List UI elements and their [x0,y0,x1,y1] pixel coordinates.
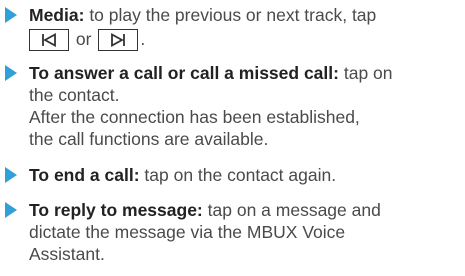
instruction-line: the call functions are available. [29,129,269,149]
skip-next-icon [98,29,139,52]
instruction-text: Media: to play the previous or next trac… [29,4,461,52]
play-arrow-icon [5,202,17,218]
instruction-body: tap on [343,63,393,83]
instruction-line: After the connection has been establishe… [29,107,360,127]
instruction-line: Assistant. [29,244,105,264]
play-arrow-icon [5,65,17,81]
instruction-body: to play the previous or next track, tap [89,5,377,25]
instruction-line: To answer a call or call a missed call: … [29,62,461,84]
instruction-line: dictate the message via the MBUX Voice [29,222,346,242]
instruction-line: Media: to play the previous or next trac… [29,4,461,26]
skip-previous-icon [29,29,69,52]
instruction-text: To reply to message: tap on a message an… [29,199,461,265]
instruction-title: To reply to message: [29,200,203,220]
instruction-line: To end a call: tap on the contact again. [29,164,461,186]
instruction-line: the contact. [29,85,120,105]
instruction-line: To reply to message: tap on a message an… [29,199,461,221]
instruction-title: Media: [29,5,85,25]
instruction-title: To end a call: [29,165,140,185]
period-text: . [140,29,146,49]
instruction-title: To answer a call or call a missed call: [29,63,339,83]
instruction-body: tap on the contact again. [144,165,337,185]
instruction-line: or . [29,28,461,52]
play-arrow-icon [5,7,17,23]
or-text: or [75,29,92,49]
play-arrow-icon [5,167,17,183]
instruction-body: tap on a message and [207,200,381,220]
instruction-text: To answer a call or call a missed call: … [29,62,461,150]
instruction-text: To end a call: tap on the contact again. [29,164,461,186]
